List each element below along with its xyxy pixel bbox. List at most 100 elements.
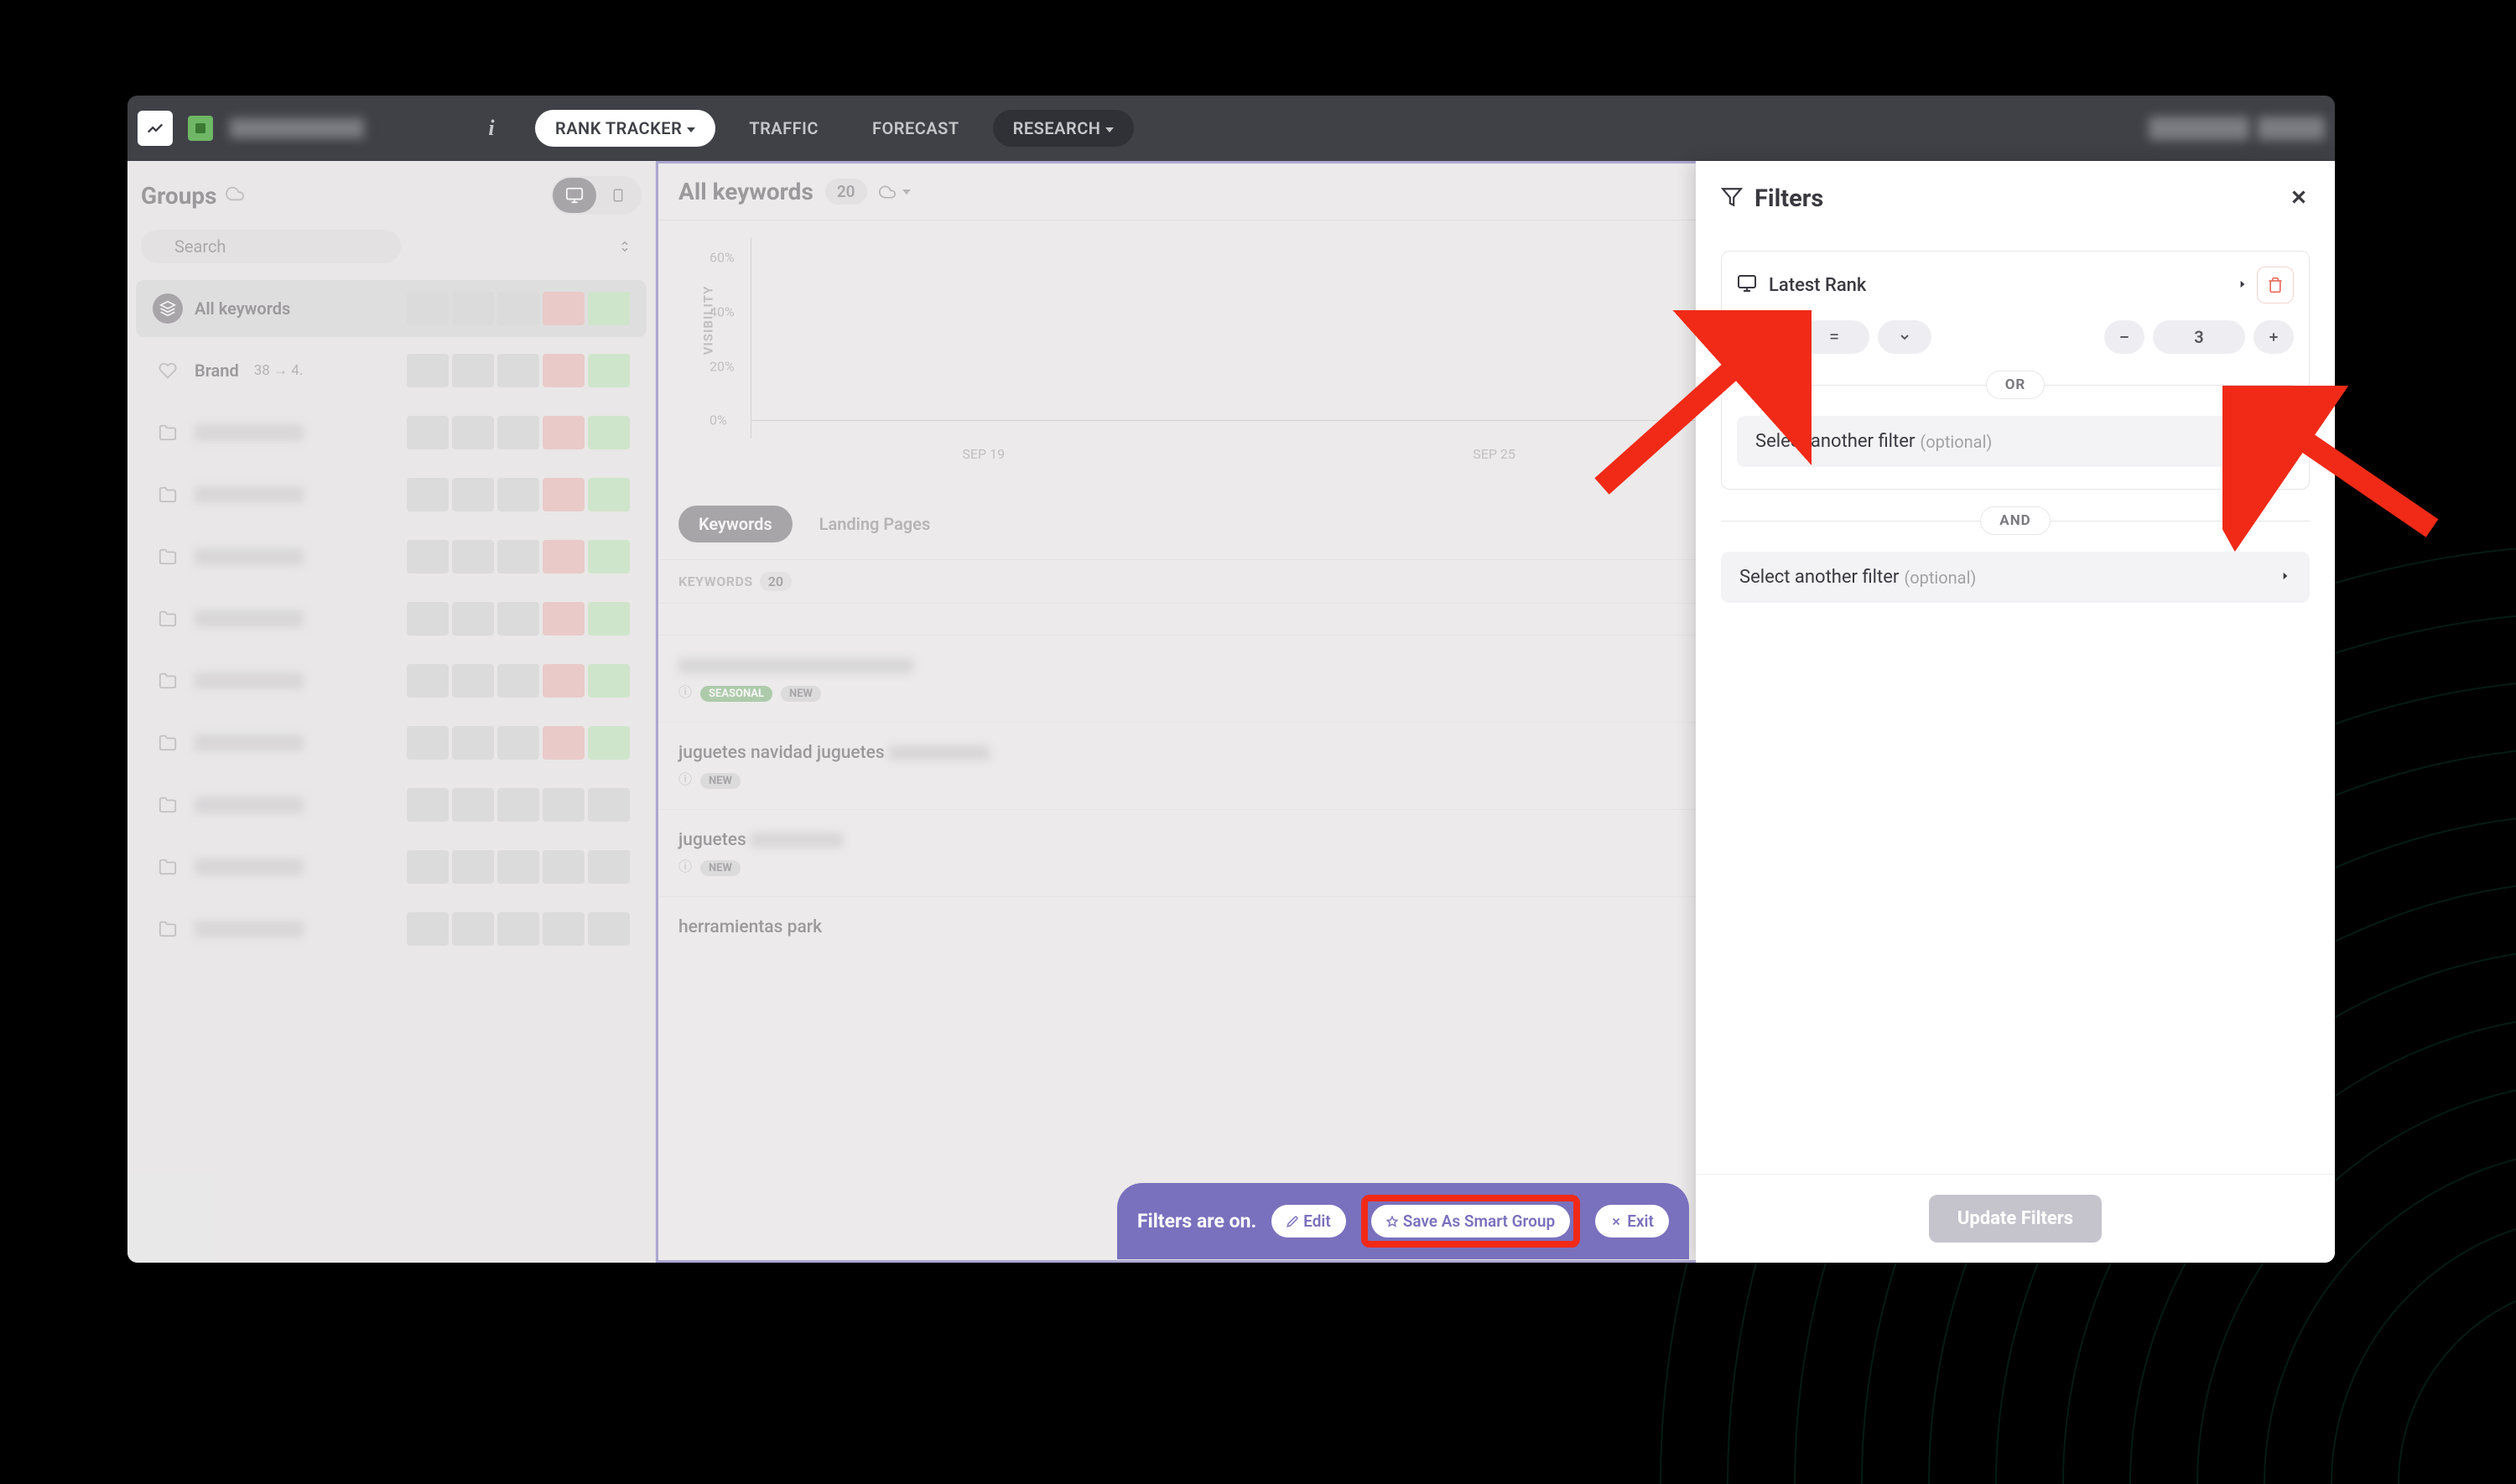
group-label-redacted bbox=[195, 486, 304, 503]
group-label: Brand bbox=[195, 361, 239, 381]
close-icon[interactable] bbox=[2288, 186, 2310, 211]
badge-new: NEW bbox=[700, 860, 741, 876]
or-label: OR bbox=[1986, 371, 2046, 399]
folder-icon bbox=[153, 728, 183, 758]
nav-forecast[interactable]: FORECAST bbox=[852, 110, 980, 147]
group-folder-item[interactable] bbox=[136, 714, 647, 771]
group-list: All keywords Brand 38 → 4. bbox=[127, 275, 655, 1263]
search-input[interactable] bbox=[141, 230, 401, 263]
group-counts bbox=[407, 354, 630, 387]
sidebar-header: Groups bbox=[127, 161, 655, 230]
group-label-redacted bbox=[195, 610, 304, 627]
group-counts bbox=[407, 292, 630, 325]
stack-icon bbox=[153, 293, 183, 324]
page-title: All keywords bbox=[678, 178, 814, 205]
group-label-redacted bbox=[195, 548, 304, 565]
filter-title: Latest Rank bbox=[1769, 275, 2225, 296]
group-label-redacted bbox=[195, 796, 304, 813]
info-icon[interactable]: i bbox=[475, 112, 508, 145]
kw-text-redacted bbox=[751, 833, 843, 848]
group-folder-item[interactable] bbox=[136, 590, 647, 647]
select-filter-and[interactable]: Select another filter (optional) bbox=[1721, 552, 2310, 603]
operator-up-button[interactable] bbox=[1737, 320, 1791, 354]
folder-icon bbox=[153, 914, 183, 944]
group-label-redacted bbox=[195, 921, 304, 937]
col-keywords: KEYWORDS bbox=[678, 573, 753, 589]
kw-count-pill: 20 bbox=[825, 179, 867, 205]
info-dot-icon: ⓘ bbox=[678, 684, 692, 700]
filters-footer: Update Filters bbox=[1696, 1174, 2335, 1263]
operator-equals[interactable]: = bbox=[1799, 320, 1869, 354]
group-label: All keywords bbox=[195, 298, 290, 319]
badge-seasonal: SEASONAL bbox=[700, 686, 772, 702]
search-row bbox=[127, 230, 655, 275]
minus-button[interactable] bbox=[2104, 320, 2144, 354]
filters-on-text: Filters are on. bbox=[1137, 1210, 1256, 1232]
exit-button[interactable]: Exit bbox=[1595, 1205, 1669, 1238]
chevron-right-icon bbox=[2237, 278, 2248, 293]
site-name-redacted bbox=[230, 118, 364, 138]
group-all-keywords[interactable]: All keywords bbox=[136, 280, 647, 337]
group-brand[interactable]: Brand 38 → 4. bbox=[136, 342, 647, 399]
cloud-icon[interactable] bbox=[879, 184, 911, 200]
logo-icon[interactable] bbox=[138, 111, 173, 146]
mobile-toggle[interactable] bbox=[596, 178, 640, 213]
filters-panel: Filters Latest Rank bbox=[1696, 161, 2335, 1263]
badge-new: NEW bbox=[700, 773, 741, 789]
update-filters-button[interactable]: Update Filters bbox=[1929, 1195, 2102, 1243]
cloud-icon[interactable] bbox=[226, 184, 244, 206]
or-divider: OR bbox=[1737, 371, 2294, 399]
topnav-right bbox=[2149, 117, 2325, 140]
save-smart-group-button[interactable]: Save As Smart Group bbox=[1371, 1205, 1570, 1238]
chart-ylabel: VISIBILITY bbox=[700, 286, 715, 355]
folder-icon bbox=[153, 480, 183, 510]
filters-bar: Filters are on. Edit Save As Smart Group… bbox=[1117, 1183, 1689, 1259]
top-nav: i RANK TRACKER TRAFFIC FORECAST RESEARCH bbox=[127, 96, 2335, 161]
delete-filter-button[interactable] bbox=[2257, 267, 2294, 304]
operator-down-button[interactable] bbox=[1878, 320, 1931, 354]
nav-tabs: RANK TRACKER TRAFFIC FORECAST RESEARCH bbox=[535, 110, 1134, 147]
site-avatar[interactable] bbox=[188, 116, 213, 141]
value-input[interactable]: 3 bbox=[2153, 320, 2245, 354]
folder-icon bbox=[153, 666, 183, 696]
col-kw-count: 20 bbox=[760, 572, 792, 591]
nav-research[interactable]: RESEARCH bbox=[993, 110, 1135, 147]
filter-icon bbox=[1721, 186, 1743, 211]
kw-text-redacted bbox=[889, 745, 990, 760]
select-filter-or[interactable]: Select another filter (optional) bbox=[1737, 416, 2294, 467]
group-folder-item[interactable] bbox=[136, 838, 647, 895]
filters-body: Latest Rank = bbox=[1696, 231, 2335, 1174]
chevron-right-icon bbox=[2279, 569, 2291, 585]
folder-icon bbox=[153, 790, 183, 820]
nav-traffic[interactable]: TRAFFIC bbox=[729, 110, 839, 147]
group-label-redacted bbox=[195, 672, 304, 689]
info-dot-icon: ⓘ bbox=[678, 859, 692, 874]
group-label-redacted bbox=[195, 424, 304, 441]
filters-header: Filters bbox=[1696, 161, 2335, 231]
subtab-landing-pages[interactable]: Landing Pages bbox=[799, 506, 951, 542]
info-dot-icon: ⓘ bbox=[678, 771, 692, 787]
group-count: 38 → 4. bbox=[254, 362, 304, 379]
folder-icon bbox=[153, 418, 183, 448]
sort-button[interactable] bbox=[608, 230, 642, 263]
nav-rank-tracker[interactable]: RANK TRACKER bbox=[535, 110, 715, 147]
desktop-toggle[interactable] bbox=[553, 178, 596, 213]
edit-button[interactable]: Edit bbox=[1271, 1205, 1346, 1238]
group-folder-item[interactable] bbox=[136, 652, 647, 709]
group-folder-item[interactable] bbox=[136, 466, 647, 523]
filter-type-selector[interactable]: Latest Rank bbox=[1737, 273, 2248, 297]
group-label-redacted bbox=[195, 859, 304, 875]
badge-new: NEW bbox=[781, 686, 821, 702]
monitor-icon bbox=[1737, 273, 1757, 297]
subtab-keywords[interactable]: Keywords bbox=[678, 506, 793, 542]
highlight-box: Save As Smart Group bbox=[1361, 1195, 1580, 1248]
user-redacted-2 bbox=[2258, 117, 2325, 140]
group-folder-item[interactable] bbox=[136, 900, 647, 957]
plus-button[interactable] bbox=[2253, 320, 2294, 354]
filter-card-rank: Latest Rank = bbox=[1721, 251, 2310, 490]
device-toggle bbox=[551, 176, 642, 215]
group-folder-item[interactable] bbox=[136, 528, 647, 585]
chevron-right-icon bbox=[2264, 433, 2275, 449]
group-folder-item[interactable] bbox=[136, 776, 647, 833]
group-folder-item[interactable] bbox=[136, 404, 647, 461]
